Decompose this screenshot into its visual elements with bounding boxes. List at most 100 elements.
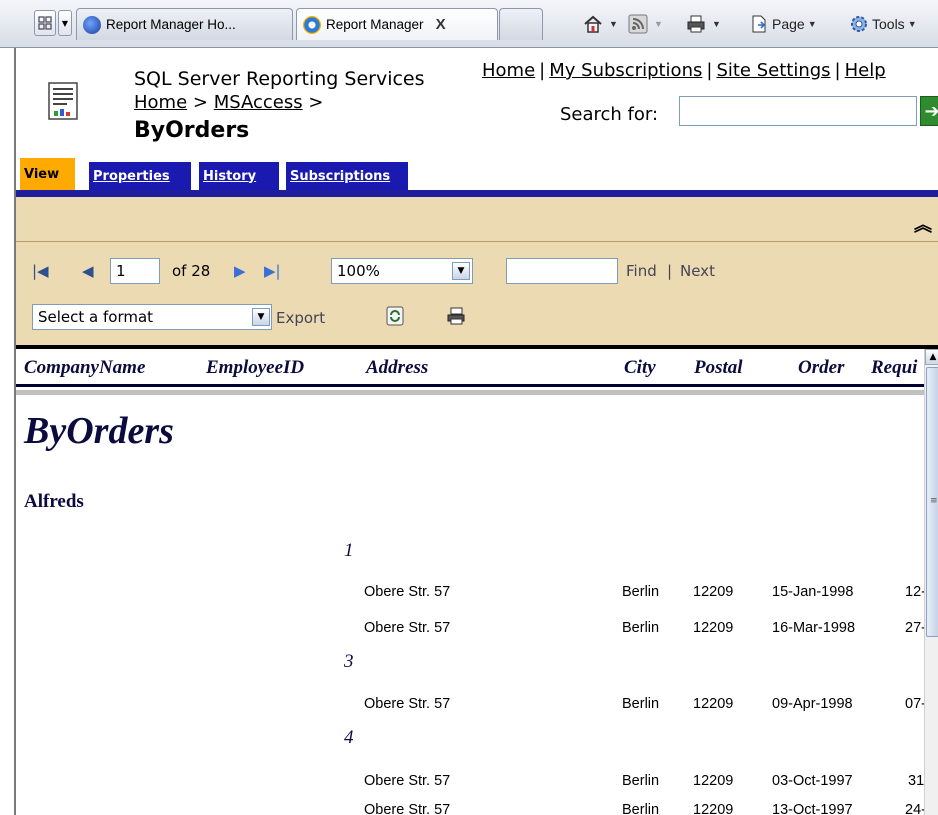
print-icon (687, 15, 705, 33)
report-manager-icon (83, 15, 101, 34)
link-separator: | (706, 60, 713, 81)
parameters-area: ︽ (16, 197, 938, 242)
page-menu-button[interactable]: Page ▼ (749, 12, 817, 36)
vertical-scrollbar[interactable]: ▲ ≡ (924, 349, 938, 815)
page-title: ByOrders (134, 118, 250, 143)
rss-feed-icon (628, 14, 648, 34)
page-menu-label: Page (772, 16, 805, 32)
format-dropdown-button[interactable]: ▼ (252, 308, 270, 326)
cell-postal: 12209 (693, 584, 734, 600)
chevron-down-icon: ▼ (257, 312, 265, 322)
chevron-up-icon: ▲ (929, 352, 937, 362)
cell-order-date: 03-Oct-1997 (772, 773, 853, 789)
tab-properties[interactable]: Properties (89, 162, 191, 190)
column-header-city: City (624, 357, 656, 378)
global-links: Home | My Subscriptions | Site Settings | Help (482, 60, 886, 81)
export-link[interactable]: Export (276, 309, 325, 327)
column-header-address: Address (366, 357, 429, 378)
chevron-down-icon: ▼ (61, 18, 69, 28)
help-link[interactable]: Help (845, 60, 886, 81)
previous-page-icon[interactable]: ◀ (82, 262, 94, 280)
cell-order-date: 16-Mar-1998 (772, 620, 856, 636)
my-subscriptions-link[interactable]: My Subscriptions (549, 60, 702, 81)
column-header-order: Order (798, 357, 845, 378)
breadcrumb-separator: > (308, 92, 324, 113)
feeds-button[interactable]: ▼ (628, 12, 663, 36)
chevron-down-icon: ▼ (907, 19, 917, 29)
cell-city: Berlin (622, 620, 660, 636)
table-row: Obere Str. 57 Berlin 12209 03-Oct-1997 3… (16, 773, 924, 793)
find-link[interactable]: Find (626, 262, 657, 280)
search-input[interactable] (679, 96, 917, 126)
next-page-icon[interactable]: ▶ (234, 262, 246, 280)
cell-postal: 12209 (693, 696, 734, 712)
employee-group-label: 4 (344, 727, 354, 748)
zoom-dropdown-button[interactable]: ▼ (452, 262, 470, 280)
cell-address: Obere Str. 57 (364, 773, 451, 789)
zoom-value: 100% (337, 262, 380, 280)
app-title: SQL Server Reporting Services (134, 68, 425, 90)
column-header-postal: Postal (694, 357, 743, 378)
chevron-down-icon: ▼ (457, 266, 465, 276)
cell-city: Berlin (622, 802, 660, 815)
close-tab-icon[interactable]: X (436, 16, 446, 33)
cell-city: Berlin (622, 696, 660, 712)
site-settings-link[interactable]: Site Settings (716, 60, 830, 81)
tab-report-manager-home[interactable]: Report Manager Ho... (76, 8, 293, 40)
cell-address: Obere Str. 57 (364, 696, 451, 712)
find-input[interactable] (506, 258, 618, 284)
home-link[interactable]: Home (482, 60, 535, 81)
find-separator: | (667, 262, 673, 280)
tools-menu-label: Tools (872, 16, 905, 32)
breadcrumb: Home > MSAccess > (134, 92, 323, 113)
scrollbar-thumb[interactable]: ≡ (926, 367, 938, 637)
export-format-select[interactable]: Select a format (32, 304, 272, 330)
next-link[interactable]: Next (680, 262, 715, 280)
tab-list-button[interactable]: ▼ (58, 10, 72, 36)
table-row: Obere Str. 57 Berlin 12209 13-Oct-1997 2… (16, 802, 924, 815)
cell-required: 12- (905, 584, 924, 600)
last-page-icon[interactable]: ▶| (264, 262, 281, 280)
page-frame: SQL Server Reporting Services Home > MSA… (14, 48, 938, 815)
ie-icon (303, 15, 321, 34)
scroll-up-button[interactable]: ▲ (925, 349, 938, 365)
new-tab-button[interactable] (499, 8, 543, 40)
tab-history[interactable]: History (199, 162, 279, 190)
page-number-input[interactable]: 1 (110, 258, 160, 284)
tab-subscriptions[interactable]: Subscriptions (286, 162, 408, 190)
refresh-icon[interactable] (386, 306, 404, 326)
export-format-value: Select a format (38, 308, 154, 326)
cell-address: Obere Str. 57 (364, 620, 451, 636)
company-group-label: Alfreds (24, 491, 84, 512)
tab-label: Report Manager Ho... (106, 17, 236, 32)
breadcrumb-folder-link[interactable]: MSAccess (214, 92, 303, 113)
report-viewer-toolbar: |◀ ◀ 1 of 28 ▶ ▶| 100% ▼ Find | Next Sel… (16, 242, 938, 345)
column-header-required: Requi (871, 357, 918, 378)
tools-menu-button[interactable]: Tools ▼ (849, 12, 917, 36)
cell-address: Obere Str. 57 (364, 802, 451, 815)
report-tabs: View Properties History Subscriptions (16, 158, 938, 190)
search-go-button[interactable]: ➔ (920, 96, 938, 126)
report-icon (48, 82, 78, 120)
print-icon[interactable] (446, 306, 466, 326)
collapse-icon[interactable]: ︽ (914, 211, 932, 237)
cell-postal: 12209 (693, 620, 734, 636)
tab-report-manager[interactable]: Report Manager X (296, 8, 498, 40)
column-header-row: CompanyName EmployeeID Address City Post… (16, 349, 924, 387)
first-page-icon[interactable]: |◀ (32, 262, 49, 280)
cell-order-date: 13-Oct-1997 (772, 802, 853, 815)
home-button[interactable]: ▼ (583, 12, 618, 36)
cell-postal: 12209 (693, 773, 734, 789)
tab-label: Report Manager (326, 17, 424, 32)
print-button[interactable]: ▼ (686, 12, 721, 36)
breadcrumb-home-link[interactable]: Home (134, 92, 187, 113)
gear-icon (851, 16, 867, 32)
tab-view[interactable]: View (20, 158, 75, 190)
quick-tabs-button[interactable] (34, 10, 56, 36)
search-label: Search for: (560, 104, 659, 125)
chevron-down-icon: ▼ (807, 19, 817, 29)
cell-city: Berlin (622, 584, 660, 600)
grip-icon: ≡ (930, 496, 938, 506)
employee-group-label: 3 (344, 651, 354, 672)
cell-order-date: 15-Jan-1998 (772, 584, 854, 600)
